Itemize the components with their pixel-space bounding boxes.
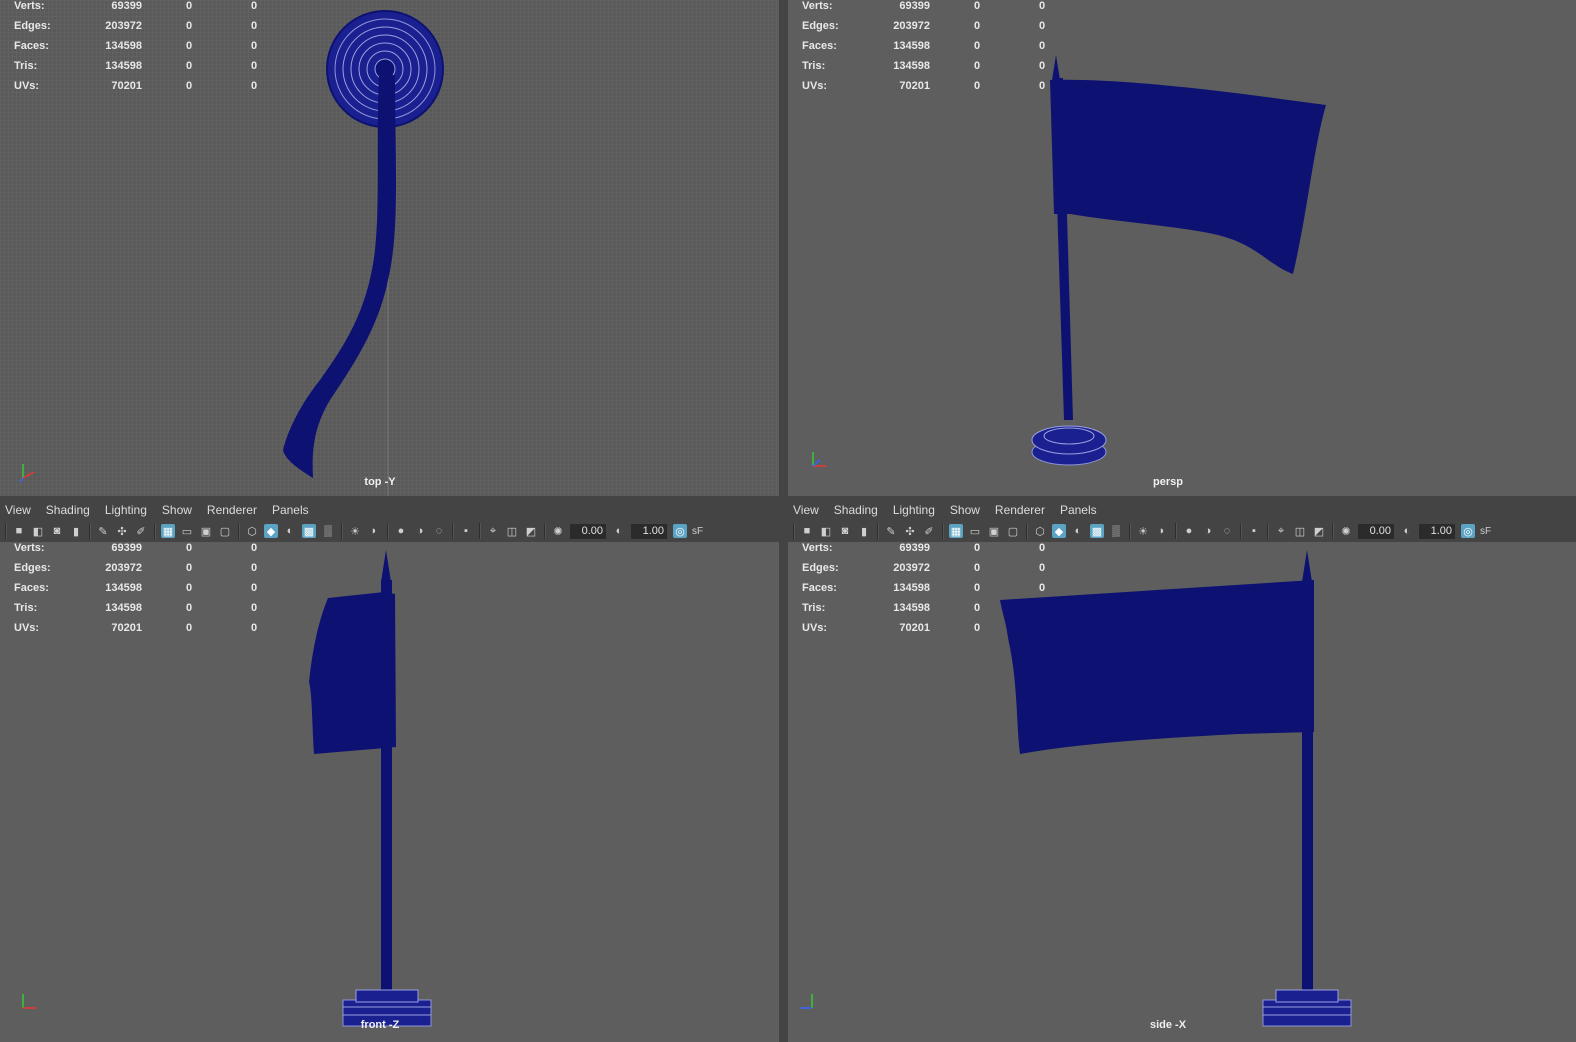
- camera-label: top -Y: [364, 476, 396, 488]
- viewport-top[interactable]: Verts: 69399 0 0 Edges: 203972 0 0 Faces: 134598 0…: [0, 0, 779, 496]
- snap-icon[interactable]: ✣: [115, 524, 129, 538]
- wireframe-on-shaded-icon[interactable]: ▩: [302, 524, 316, 538]
- lock-camera-icon[interactable]: ◧: [31, 524, 45, 538]
- snap-icon[interactable]: ✣: [903, 524, 917, 538]
- menu-panels[interactable]: Panels: [272, 503, 309, 517]
- grease-pencil-icon[interactable]: ✎: [884, 524, 898, 538]
- menu-lighting[interactable]: Lighting: [105, 503, 147, 517]
- shadows-icon[interactable]: ◗: [1155, 524, 1169, 538]
- pane-divider-vertical[interactable]: [779, 0, 788, 1042]
- camera-attributes-icon[interactable]: ◙: [838, 524, 852, 538]
- front-view-mesh: [309, 550, 432, 1027]
- anti-aliasing-icon[interactable]: ◌: [432, 524, 446, 538]
- panel-menu: View Shading Lighting Show Renderer Panels: [0, 500, 779, 520]
- smooth-shade-icon[interactable]: ◆: [264, 524, 278, 538]
- gamma-field[interactable]: 1.00: [1419, 523, 1455, 539]
- grid-icon[interactable]: ▦: [949, 524, 963, 538]
- xray-joints-icon[interactable]: ◫: [1293, 524, 1307, 538]
- image-plane-icon[interactable]: ✐: [922, 524, 936, 538]
- gamma-icon[interactable]: ◐: [612, 524, 626, 538]
- axis-gizmo-icon: [22, 994, 36, 1009]
- panel-icon-bar: ■ ◧ ◙ ▮ ✎ ✣ ✐ ▦ ▭ ▣ ▢ ⬡ ◆ ◐ ▩ ▒ ☀ ◗ ● ◑ ◌ ▪ ⌖ ◫ ◩ ✺ 0.00 ◐ 1.00 ◎ sF: [0, 520, 779, 542]
- exposure-field[interactable]: 0.00: [1358, 523, 1394, 539]
- menu-shading[interactable]: Shading: [834, 503, 878, 517]
- gamma-icon[interactable]: ◐: [1400, 524, 1414, 538]
- use-all-lights-icon[interactable]: ☀: [348, 524, 362, 538]
- motion-blur-icon[interactable]: ◑: [413, 524, 427, 538]
- camera-label: persp: [1153, 476, 1183, 488]
- menu-view[interactable]: View: [793, 503, 819, 517]
- exposure-field[interactable]: 0.00: [570, 523, 606, 539]
- top-view-mesh: [283, 10, 444, 496]
- exposure-icon[interactable]: ✺: [1339, 524, 1353, 538]
- axis-gizmo-icon: [812, 452, 826, 467]
- viewport-front[interactable]: Verts: 69399 0 0 Edges: 203972 0 0 Faces: 134598 0…: [0, 542, 779, 1042]
- panel-toolbar-side: View Shading Lighting Show Renderer Panels ■ ◧…: [788, 500, 1576, 542]
- xray-joints-icon[interactable]: ◫: [505, 524, 519, 538]
- bookmark-icon[interactable]: ▮: [69, 524, 83, 538]
- xray-icon[interactable]: ▒: [321, 524, 335, 538]
- menu-panels[interactable]: Panels: [1060, 503, 1097, 517]
- grid-icon[interactable]: ▦: [161, 524, 175, 538]
- wireframe-icon[interactable]: ⬡: [245, 524, 259, 538]
- use-all-lights-icon[interactable]: ☀: [1136, 524, 1150, 538]
- panel-toolbar-front: View Shading Lighting Show Renderer Panels ■ ◧…: [0, 500, 779, 542]
- persp-view-mesh: [1031, 55, 1326, 466]
- color-management-icon[interactable]: ◎: [673, 524, 687, 538]
- xray-icon[interactable]: ▒: [1109, 524, 1123, 538]
- exposure-icon[interactable]: ✺: [551, 524, 565, 538]
- gamma-field[interactable]: 1.00: [631, 523, 667, 539]
- backface-culling-icon[interactable]: ◩: [524, 524, 538, 538]
- isolate-select-icon[interactable]: ⌖: [486, 524, 500, 538]
- camera-label: front -Z: [360, 1019, 400, 1031]
- depth-of-field-icon[interactable]: ▪: [459, 524, 473, 538]
- screen-space-ao-icon[interactable]: ●: [394, 524, 408, 538]
- menu-renderer[interactable]: Renderer: [207, 503, 257, 517]
- camera-icon[interactable]: ■: [800, 524, 814, 538]
- shadows-icon[interactable]: ◗: [367, 524, 381, 538]
- sf-label[interactable]: sF: [692, 526, 703, 537]
- anti-aliasing-icon[interactable]: ◌: [1220, 524, 1234, 538]
- axis-gizmo-icon: [800, 994, 813, 1009]
- image-plane-icon[interactable]: ✐: [134, 524, 148, 538]
- screen-space-ao-icon[interactable]: ●: [1182, 524, 1196, 538]
- safe-action-icon[interactable]: ▢: [1006, 524, 1020, 538]
- default-material-icon[interactable]: ◐: [283, 524, 297, 538]
- lock-camera-icon[interactable]: ◧: [819, 524, 833, 538]
- backface-culling-icon[interactable]: ◩: [1312, 524, 1326, 538]
- menu-view[interactable]: View: [5, 503, 31, 517]
- smooth-shade-icon[interactable]: ◆: [1052, 524, 1066, 538]
- menu-lighting[interactable]: Lighting: [893, 503, 935, 517]
- wireframe-icon[interactable]: ⬡: [1033, 524, 1047, 538]
- wireframe-on-shaded-icon[interactable]: ▩: [1090, 524, 1104, 538]
- panel-menu: View Shading Lighting Show Renderer Panels: [788, 500, 1576, 520]
- safe-action-icon[interactable]: ▢: [218, 524, 232, 538]
- side-view-mesh: [1000, 550, 1352, 1027]
- color-management-icon[interactable]: ◎: [1461, 524, 1475, 538]
- isolate-select-icon[interactable]: ⌖: [1274, 524, 1288, 538]
- menu-shading[interactable]: Shading: [46, 503, 90, 517]
- camera-attributes-icon[interactable]: ◙: [50, 524, 64, 538]
- film-gate-icon[interactable]: ▭: [968, 524, 982, 538]
- grease-pencil-icon[interactable]: ✎: [96, 524, 110, 538]
- camera-icon[interactable]: ■: [12, 524, 26, 538]
- motion-blur-icon[interactable]: ◑: [1201, 524, 1215, 538]
- menu-renderer[interactable]: Renderer: [995, 503, 1045, 517]
- menu-show[interactable]: Show: [950, 503, 980, 517]
- panel-icon-bar: ■ ◧ ◙ ▮ ✎ ✣ ✐ ▦ ▭ ▣ ▢ ⬡ ◆ ◐ ▩ ▒ ☀ ◗ ● ◑ ◌ ▪ ⌖ ◫ ◩ ✺ 0.00 ◐ 1.00 ◎ sF: [788, 520, 1576, 542]
- camera-label: side -X: [1149, 1019, 1187, 1031]
- depth-of-field-icon[interactable]: ▪: [1247, 524, 1261, 538]
- viewport-persp[interactable]: Verts: 69399 0 0 Edges: 203972 0 0 Faces: 134598 0…: [788, 0, 1576, 496]
- resolution-gate-icon[interactable]: ▣: [987, 524, 1001, 538]
- axis-gizmo-icon: [19, 464, 35, 483]
- film-gate-icon[interactable]: ▭: [180, 524, 194, 538]
- bookmark-icon[interactable]: ▮: [857, 524, 871, 538]
- resolution-gate-icon[interactable]: ▣: [199, 524, 213, 538]
- default-material-icon[interactable]: ◐: [1071, 524, 1085, 538]
- viewport-side[interactable]: Verts: 69399 0 0 Edges: 203972 0 0 Faces: 134598 0…: [788, 542, 1576, 1042]
- sf-label[interactable]: sF: [1480, 526, 1491, 537]
- menu-show[interactable]: Show: [162, 503, 192, 517]
